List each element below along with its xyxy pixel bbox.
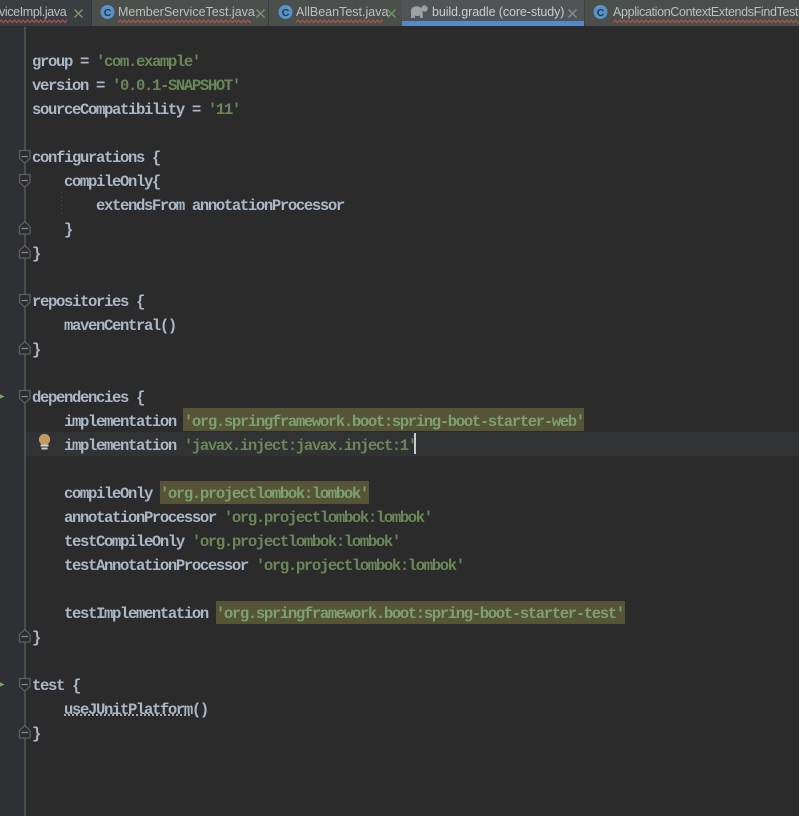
svg-text:C: C	[104, 7, 112, 19]
svg-text:C: C	[282, 7, 290, 19]
svg-text:C: C	[597, 7, 605, 19]
